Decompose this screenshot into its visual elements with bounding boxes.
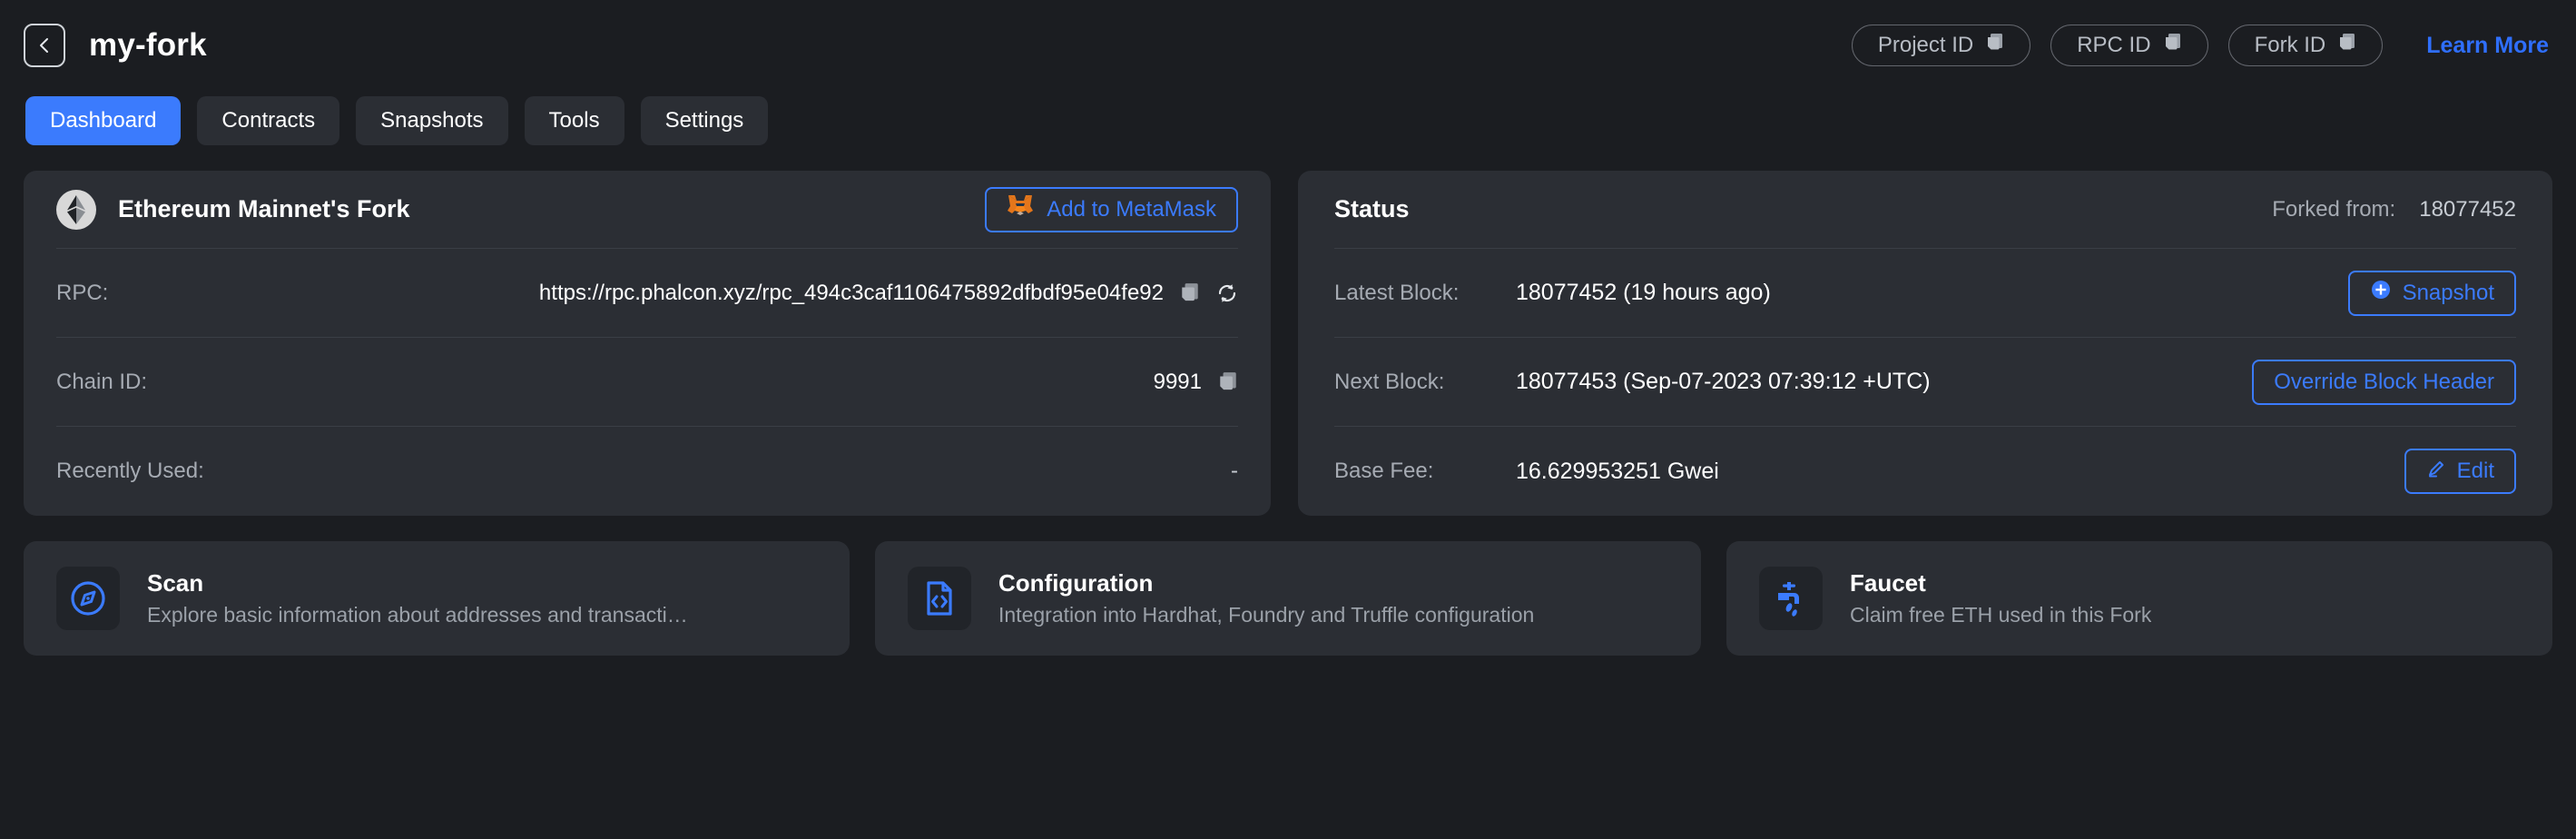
fork-name: Ethereum Mainnet's Fork	[118, 195, 409, 223]
recently-used-value: -	[1231, 459, 1238, 484]
status-card-header: Status Forked from: 18077452	[1334, 171, 2516, 249]
faucet-description: Claim free ETH used in this Fork	[1850, 603, 2151, 627]
add-to-metamask-label: Add to MetaMask	[1047, 197, 1216, 222]
plus-circle-icon	[2370, 279, 2392, 307]
tab-snapshots[interactable]: Snapshots	[356, 96, 507, 145]
scan-tile-text: Scan Explore basic information about add…	[147, 569, 688, 627]
refresh-icon[interactable]	[1216, 282, 1238, 304]
edit-base-fee-button[interactable]: Edit	[2404, 449, 2516, 494]
fork-id-label: Fork ID	[2255, 33, 2326, 58]
forked-from-label: Forked from:	[2272, 197, 2395, 222]
copy-icon[interactable]	[1986, 33, 2004, 59]
learn-more-link[interactable]: Learn More	[2426, 33, 2549, 59]
override-block-header-label: Override Block Header	[2274, 370, 2494, 395]
snapshot-label: Snapshot	[2403, 281, 2494, 306]
copy-icon[interactable]	[1218, 371, 1238, 393]
back-button[interactable]	[24, 24, 65, 67]
chevron-left-icon	[35, 35, 54, 56]
forked-from-value: 18077452	[2419, 197, 2516, 222]
base-fee-label: Base Fee:	[1334, 459, 1516, 484]
page-title: my-fork	[89, 27, 207, 64]
metamask-fox-icon	[1007, 193, 1034, 225]
latest-block-row: Latest Block: 18077452 (19 hours ago) Sn…	[1334, 249, 2516, 338]
project-id-label: Project ID	[1878, 33, 1973, 58]
dashboard-page: my-fork Project ID RPC ID Fork ID	[0, 0, 2576, 839]
tab-settings[interactable]: Settings	[641, 96, 769, 145]
tab-bar: Dashboard Contracts Snapshots Tools Sett…	[24, 96, 2552, 145]
scan-description: Explore basic information about addresse…	[147, 603, 688, 627]
rpc-label: RPC:	[56, 281, 108, 306]
configuration-tile[interactable]: Configuration Integration into Hardhat, …	[875, 541, 1701, 656]
rpc-id-button[interactable]: RPC ID	[2050, 25, 2207, 66]
rpc-value: https://rpc.phalcon.xyz/rpc_494c3caf1106…	[539, 281, 1164, 306]
faucet-icon	[1759, 567, 1823, 630]
recently-used-row: Recently Used: -	[56, 427, 1238, 516]
fork-id-button[interactable]: Fork ID	[2228, 25, 2384, 66]
rpc-id-label: RPC ID	[2077, 33, 2150, 58]
next-block-label: Next Block:	[1334, 370, 1516, 395]
faucet-tile[interactable]: Faucet Claim free ETH used in this Fork	[1726, 541, 2552, 656]
next-block-row: Next Block: 18077453 (Sep-07-2023 07:39:…	[1334, 338, 2516, 427]
chain-id-label: Chain ID:	[56, 370, 147, 395]
override-block-header-button[interactable]: Override Block Header	[2252, 360, 2516, 405]
copy-icon[interactable]	[1180, 282, 1200, 304]
snapshot-button[interactable]: Snapshot	[2348, 271, 2516, 316]
scan-title: Scan	[147, 569, 688, 597]
copy-icon[interactable]	[2164, 33, 2182, 59]
fork-info-card: Ethereum Mainnet's Fork Add to Met	[24, 171, 1271, 516]
rpc-row: RPC: https://rpc.phalcon.xyz/rpc_494c3ca…	[56, 249, 1238, 338]
latest-block-label: Latest Block:	[1334, 281, 1516, 306]
shortcut-tiles: Scan Explore basic information about add…	[24, 541, 2552, 656]
tab-contracts[interactable]: Contracts	[197, 96, 339, 145]
add-to-metamask-button[interactable]: Add to MetaMask	[985, 187, 1238, 232]
status-title: Status	[1334, 195, 1410, 223]
chain-id-value: 9991	[1154, 370, 1202, 395]
code-file-icon	[908, 567, 971, 630]
base-fee-row: Base Fee: 16.629953251 Gwei Edit	[1334, 427, 2516, 516]
tab-dashboard[interactable]: Dashboard	[25, 96, 181, 145]
scan-tile[interactable]: Scan Explore basic information about add…	[24, 541, 850, 656]
latest-block-value: 18077452 (19 hours ago)	[1516, 280, 1771, 306]
next-block-value: 18077453 (Sep-07-2023 07:39:12 +UTC)	[1516, 369, 1931, 395]
base-fee-value: 16.629953251 Gwei	[1516, 459, 1719, 485]
edit-label: Edit	[2457, 459, 2494, 484]
faucet-title: Faucet	[1850, 569, 2151, 597]
ethereum-icon	[56, 190, 96, 230]
main-content: Ethereum Mainnet's Fork Add to Met	[24, 171, 2552, 516]
copy-icon[interactable]	[2338, 33, 2356, 59]
configuration-tile-text: Configuration Integration into Hardhat, …	[998, 569, 1534, 627]
configuration-description: Integration into Hardhat, Foundry and Tr…	[998, 603, 1534, 627]
compass-icon	[56, 567, 120, 630]
chain-id-row: Chain ID: 9991	[56, 338, 1238, 427]
pencil-icon	[2426, 459, 2446, 485]
faucet-tile-text: Faucet Claim free ETH used in this Fork	[1850, 569, 2151, 627]
configuration-title: Configuration	[998, 569, 1534, 597]
fork-card-header: Ethereum Mainnet's Fork Add to Met	[56, 171, 1238, 249]
status-card: Status Forked from: 18077452 Latest Bloc…	[1298, 171, 2552, 516]
top-bar: my-fork Project ID RPC ID Fork ID	[24, 0, 2552, 76]
project-id-button[interactable]: Project ID	[1852, 25, 2030, 66]
recently-used-label: Recently Used:	[56, 459, 204, 484]
tab-tools[interactable]: Tools	[525, 96, 624, 145]
